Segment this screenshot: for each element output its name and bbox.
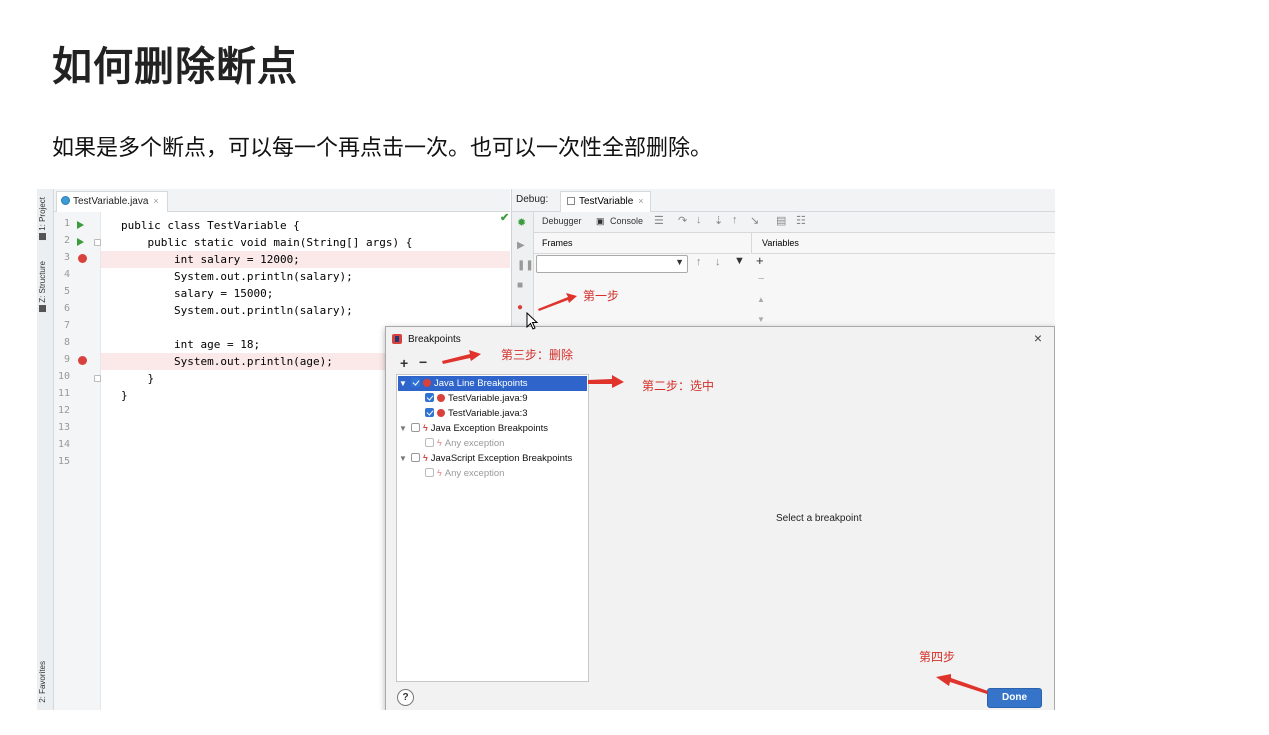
arrow-step4 — [936, 674, 988, 694]
arrow-step2 — [588, 375, 624, 388]
arrow-step3 — [442, 350, 481, 364]
arrow-step1 — [538, 293, 577, 311]
annotation-arrows — [442, 293, 988, 694]
